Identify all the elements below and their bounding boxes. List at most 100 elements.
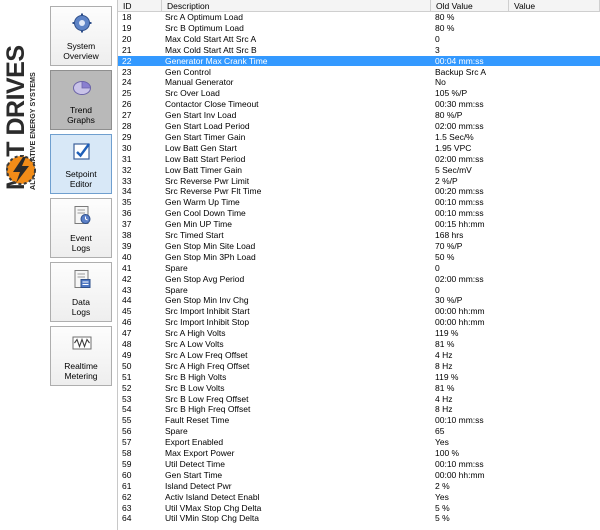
table-row[interactable]: 44 Gen Stop Min Inv Chg 30 %/P [118, 295, 600, 306]
nav-data-logs-button[interactable]: Data Logs [50, 262, 112, 322]
table-row[interactable]: 18 Src A Optimum Load 80 % [118, 12, 600, 23]
column-header-old-value[interactable]: Old Value [431, 0, 509, 12]
table-row[interactable]: 22 Generator Max Crank Time 00:04 mm:ss [118, 55, 600, 67]
cell-description: Gen Start Time [165, 469, 223, 480]
table-row[interactable]: 54 Src B High Freq Offset 8 Hz [118, 404, 600, 415]
table-row[interactable]: 38 Src Timed Start 168 hrs [118, 230, 600, 241]
cell-id: 57 [122, 437, 132, 448]
cell-id: 56 [122, 426, 132, 437]
table-row[interactable]: 60 Gen Start Time 00:00 hh:mm [118, 470, 600, 481]
cell-old-value: 02:00 mm:ss [435, 121, 484, 131]
nav-setpoint-editor-button[interactable]: Setpoint Editor [50, 134, 112, 194]
table-row[interactable]: 49 Src A Low Freq Offset 4 Hz [118, 350, 600, 361]
table-row[interactable]: 36 Gen Cool Down Time 00:10 mm:ss [118, 208, 600, 219]
table-row[interactable]: 56 Spare 65 [118, 426, 600, 437]
cell-description: Spare [165, 284, 188, 295]
table-row[interactable]: 57 Export Enabled Yes [118, 437, 600, 448]
table-row[interactable]: 30 Low Batt Gen Start 1.95 VPC [118, 143, 600, 154]
table-row[interactable]: 32 Low Batt Timer Gain 5 Sec/mV [118, 165, 600, 176]
table-row[interactable]: 46 Src Import Inhibit Stop 00:00 hh:mm [118, 317, 600, 328]
cell-old-value: 5 % [435, 502, 450, 513]
table-row[interactable]: 39 Gen Stop Min Site Load 70 %/P [118, 241, 600, 252]
table-row[interactable]: 29 Gen Start Timer Gain 1.5 Sec/% [118, 132, 600, 143]
cell-description: Src A Low Freq Offset [165, 349, 248, 360]
cell-old-value: 5 Sec/mV [435, 164, 472, 175]
table-row[interactable]: 34 Src Reverse Pwr Flt Time 00:20 mm:ss [118, 186, 600, 197]
cell-old-value: 00:00 hh:mm [435, 469, 485, 480]
cell-id: 64 [122, 513, 132, 524]
cell-id: 51 [122, 371, 132, 382]
cell-id: 26 [122, 99, 132, 110]
cell-id: 20 [122, 33, 132, 44]
table-row[interactable]: 52 Src B Low Volts 81 % [118, 383, 600, 394]
nav-label-line-1: Trend [70, 105, 92, 115]
table-row[interactable]: 19 Src B Optimum Load 80 % [118, 23, 600, 34]
table-row[interactable]: 26 Contactor Close Timeout 00:30 mm:ss [118, 99, 600, 110]
table-row[interactable]: 24 Manual Generator No [118, 77, 600, 88]
table-row[interactable]: 45 Src Import Inhibit Start 00:00 hh:mm [118, 306, 600, 317]
cell-description: Src A High Volts [165, 328, 226, 339]
table-row[interactable]: 61 Island Detect Pwr 2 % [118, 481, 600, 492]
column-header-id[interactable]: ID [118, 0, 162, 12]
cell-description: Spare [165, 426, 188, 437]
table-row[interactable]: 59 Util Detect Time 00:10 mm:ss [118, 459, 600, 470]
nav-event-logs-button[interactable]: Event Logs [50, 198, 112, 258]
table-row[interactable]: 53 Src B Low Freq Offset 4 Hz [118, 394, 600, 405]
cell-description: Src B Optimum Load [165, 22, 244, 33]
cell-id: 27 [122, 110, 132, 121]
table-row[interactable]: 23 Gen Control Backup Src A [118, 67, 600, 78]
table-row[interactable]: 41 Spare 0 [118, 263, 600, 274]
cell-old-value: Backup Src A [435, 66, 487, 77]
table-row[interactable]: 28 Gen Start Load Period 02:00 mm:ss [118, 121, 600, 132]
cell-id: 22 [122, 55, 132, 66]
nav-label-line-1: System [66, 41, 96, 51]
cell-old-value: 02:00 mm:ss [435, 273, 484, 284]
cell-old-value: 3 [435, 44, 440, 55]
table-row[interactable]: 47 Src A High Volts 119 % [118, 328, 600, 339]
table-row[interactable]: 21 Max Cold Start Att Src B 3 [118, 45, 600, 56]
cell-old-value: 8 Hz [435, 360, 453, 371]
table-row[interactable]: 55 Fault Reset Time 00:10 mm:ss [118, 415, 600, 426]
table-row[interactable]: 33 Src Reverse Pwr Limit 2 %/P [118, 176, 600, 187]
nav-realtime-metering-button[interactable]: Realtime Metering [50, 326, 112, 386]
cell-id: 41 [122, 262, 132, 273]
table-row[interactable]: 37 Gen Min UP Time 00:15 hh:mm [118, 219, 600, 230]
table-row[interactable]: 64 Util VMin Stop Chg Delta 5 % [118, 513, 600, 524]
table-row[interactable]: 58 Max Export Power 100 % [118, 448, 600, 459]
table-row[interactable]: 50 Src A High Freq Offset 8 Hz [118, 361, 600, 372]
column-header-value[interactable]: Value [509, 0, 600, 12]
table-row[interactable]: 27 Gen Start Inv Load 80 %/P [118, 110, 600, 121]
nav-label: Realtime Metering [51, 361, 111, 381]
cell-old-value: 00:10 mm:ss [435, 208, 484, 219]
table-row[interactable]: 20 Max Cold Start Att Src A 0 [118, 34, 600, 45]
cell-id: 47 [122, 328, 132, 339]
cell-old-value: Yes [435, 437, 449, 448]
cell-id: 40 [122, 251, 132, 262]
nav-label-line-1: Data [72, 297, 90, 307]
cell-old-value: 65 [435, 426, 445, 437]
cell-description: Src Import Inhibit Start [165, 306, 250, 317]
nav-label-line-1: Setpoint [65, 169, 97, 179]
setpoint-table: ID Description Old Value Value 18 Src A O… [118, 0, 600, 530]
cell-old-value: 168 hrs [435, 230, 464, 240]
cell-description: Src B Low Volts [165, 382, 225, 393]
cell-id: 59 [122, 458, 132, 469]
table-row[interactable]: 40 Gen Stop Min 3Ph Load 50 % [118, 252, 600, 263]
column-header-description[interactable]: Description [162, 0, 431, 12]
table-row[interactable]: 43 Spare 0 [118, 285, 600, 296]
table-row[interactable]: 31 Low Batt Start Period 02:00 mm:ss [118, 154, 600, 165]
table-row[interactable]: 48 Src A Low Volts 81 % [118, 339, 600, 350]
cell-description: Low Batt Gen Start [165, 142, 237, 153]
cell-description: Src A Optimum Load [165, 12, 243, 22]
cell-old-value: 4 Hz [435, 349, 453, 360]
table-row[interactable]: 35 Gen Warm Up Time 00:10 mm:ss [118, 197, 600, 208]
pie-chart-icon [73, 81, 91, 95]
table-row[interactable]: 62 Activ Island Detect Enabl Yes [118, 492, 600, 503]
nav-trend-graphs-button[interactable]: Trend Graphs [50, 70, 112, 130]
cell-id: 34 [122, 186, 132, 197]
table-row[interactable]: 63 Util VMax Stop Chg Delta 5 % [118, 503, 600, 514]
table-row[interactable]: 25 Src Over Load 105 %/P [118, 88, 600, 99]
table-row[interactable]: 51 Src B High Volts 119 % [118, 372, 600, 383]
nav-system-overview-button[interactable]: System Overview [50, 6, 112, 66]
table-row[interactable]: 42 Gen Stop Avg Period 02:00 mm:ss [118, 274, 600, 285]
